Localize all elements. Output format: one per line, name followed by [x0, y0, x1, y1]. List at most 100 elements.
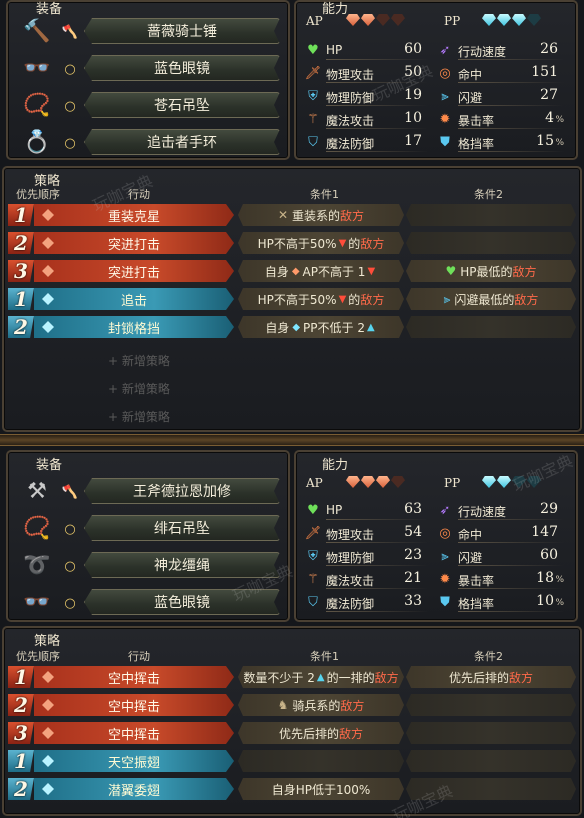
tactic-action-button[interactable]: 封锁格挡 [34, 316, 234, 338]
dodge-icon: ⫸ [441, 548, 449, 564]
equipment-name-button[interactable]: 蓝色眼镜 [84, 55, 280, 81]
tactics-box: 策略 优先顺序 行动 条件1 条件2 1 重装克星 ✕ 重装系的 敌方 2 突进打击 HP不高于50% ▼… [2, 166, 582, 432]
condition2-button[interactable]: ♥ HP最低的 敌方 [406, 260, 576, 282]
ap-gems [346, 14, 405, 26]
stat-row: ⛉ 魔法防御 17 [304, 132, 428, 152]
stat-value: 26 [540, 41, 558, 57]
equipment-slot[interactable]: 📿 ○ 苍石吊坠 [14, 90, 279, 120]
condition2-button[interactable] [406, 204, 576, 226]
equipment-name-button[interactable]: 苍石吊坠 [84, 92, 280, 118]
condition2-text: HP最低的 [460, 264, 513, 279]
stat-value: 50 [404, 64, 422, 80]
block-icon: ⛊ [440, 134, 450, 150]
tactic-action-button[interactable]: 天空振翅 [34, 750, 234, 772]
enemy-label: 敌方 [340, 208, 365, 223]
condition1-button[interactable]: 自身 ◆ AP不高于 1 ▼ [238, 260, 404, 282]
equipment-slot[interactable]: 👓 ○ 蓝色眼镜 [14, 53, 279, 83]
tactic-action-button[interactable]: 突进打击 [34, 260, 234, 282]
tactic-action-button[interactable]: 潜翼委翅 [34, 778, 234, 800]
ability-title: 能力 [322, 458, 349, 473]
tactic-action-button[interactable]: 空中挥击 [34, 694, 234, 716]
speed-icon: ➶ [439, 42, 451, 58]
triangle-down-icon: ▼ [338, 237, 347, 249]
condition1-button[interactable]: 数量不少于 2 ▲ 的一排的 敌方 [238, 666, 404, 688]
condition2-button[interactable] [406, 232, 576, 254]
equipment-name-button[interactable]: 追击者手环 [84, 129, 280, 155]
stat-row: ♥ HP 63 [304, 500, 428, 520]
gem-cost-icon [42, 783, 54, 795]
stat-value: 63 [404, 501, 422, 517]
condition2-button[interactable] [406, 778, 576, 800]
equipment-name-button[interactable]: 绯石吊坠 [84, 515, 280, 541]
stat-label: 魔法攻击 [326, 114, 375, 128]
condition1-button[interactable]: 自身HP低于100% [238, 778, 404, 800]
tactic-row[interactable]: 1 天空振翅 [8, 750, 578, 772]
condition1-button[interactable]: ✕ 重装系的 敌方 [238, 204, 404, 226]
condition2-button[interactable]: ⫸ 闪避最低的 敌方 [406, 288, 576, 310]
condition2-button[interactable] [406, 750, 576, 772]
tactic-row[interactable]: 3 空中挥击 优先后排的 敌方 [8, 722, 578, 744]
condition2-button[interactable]: 优先后排的 敌方 [406, 666, 576, 688]
condition2-button[interactable] [406, 722, 576, 744]
equipment-box: 装备 🔨 🪓 蔷薇骑士锤 👓 ○ 蓝色眼镜 📿 ○ 苍石吊坠 💍 ○ 追击者手环 [6, 0, 290, 160]
condition1-button[interactable]: 优先后排的 敌方 [238, 722, 404, 744]
wand-icon: ⚚ [307, 571, 319, 587]
tactic-row[interactable]: 2 封锁格挡 自身 ◆ PP不低于 2 ▲ [8, 316, 578, 338]
pp-label: PP [444, 476, 461, 490]
condition1-button[interactable]: ♞ 骑兵系的 敌方 [238, 694, 404, 716]
tactic-action-button[interactable]: 空中挥击 [34, 722, 234, 744]
tactic-action-button[interactable]: 追击 [34, 288, 234, 310]
tactic-row[interactable]: 1 追击 HP不高于50% ▼ 的敌方 ⫸ 闪避最低的 敌方 [8, 288, 578, 310]
equipment-slot[interactable]: 📿 ○ 绯石吊坠 [14, 513, 279, 543]
equipment-name-button[interactable]: 蓝色眼镜 [84, 589, 280, 615]
equipment-slot[interactable]: 👓 ○ 蓝色眼镜 [14, 587, 279, 617]
stat-value: 33 [404, 593, 422, 609]
condition1-button[interactable]: 自身 ◆ PP不低于 2 ▲ [238, 316, 404, 338]
priority-number: 2 [8, 778, 34, 800]
tactic-action-label: 重装克星 [107, 209, 160, 225]
condition1-button[interactable]: HP不高于50% ▼ 的敌方 [238, 232, 404, 254]
tactic-action-button[interactable]: 突进打击 [34, 232, 234, 254]
ap-gem-icon [376, 476, 390, 488]
tactic-row[interactable]: 1 重装克星 ✕ 重装系的 敌方 [8, 204, 578, 226]
tactic-row[interactable]: 2 潜翼委翅 自身HP低于100% [8, 778, 578, 800]
tactic-row[interactable]: 2 空中挥击 ♞ 骑兵系的 敌方 [8, 694, 578, 716]
priority-number: 1 [8, 204, 34, 226]
condition2-button[interactable] [406, 316, 576, 338]
condition1-text: HP不高于50% [257, 236, 337, 251]
stat-underline [458, 542, 564, 543]
tactics-box: 策略 优先顺序 行动 条件1 条件2 1 空中挥击 数量不少于 2 ▲ 的一排的 敌方 优先后排的 敌方… [2, 626, 582, 816]
tactic-action-label: 天空振翅 [107, 755, 160, 771]
tactic-action-label: 突进打击 [107, 265, 160, 281]
condition2-button[interactable] [406, 694, 576, 716]
equipment-slot[interactable]: ➰ ○ 神龙缰绳 [14, 550, 279, 580]
condition1-button[interactable]: HP不高于50% ▼ 的敌方 [238, 288, 404, 310]
stat-underline [458, 105, 564, 106]
dodge-icon: ⫸ [441, 88, 449, 104]
tactic-row[interactable]: 2 突进打击 HP不高于50% ▼ 的敌方 [8, 232, 578, 254]
equipment-name-button[interactable]: 神龙缰绳 [84, 552, 280, 578]
equipment-slot[interactable]: ⚒ 🪓 王斧德拉恩加修 [14, 476, 279, 506]
equipment-slot[interactable]: 🔨 🪓 蔷薇骑士锤 [14, 16, 279, 46]
condition1-button[interactable] [238, 750, 404, 772]
equipment-name-button[interactable]: 蔷薇骑士锤 [84, 18, 280, 44]
stat-row: ⛨ 物理防御 23 [304, 546, 428, 566]
equipment-name-button[interactable]: 王斧德拉恩加修 [84, 478, 280, 504]
stat-label: 闪避 [458, 551, 483, 565]
stat-row: ⫸ 闪避 27 [436, 86, 564, 106]
tactic-action-button[interactable]: 重装克星 [34, 204, 234, 226]
armor-icon: ⛨ [308, 548, 318, 564]
add-tactic-button[interactable]: + 新增策略 [108, 352, 170, 369]
ap-gem-icon: ◆ [291, 265, 300, 277]
ap-gem-icon [361, 476, 375, 488]
tactic-action-label: 空中挥击 [107, 671, 160, 687]
tactic-action-button[interactable]: 空中挥击 [34, 666, 234, 688]
tactic-row[interactable]: 1 空中挥击 数量不少于 2 ▲ 的一排的 敌方 优先后排的 敌方 [8, 666, 578, 688]
stat-underline [326, 565, 428, 566]
add-tactic-button[interactable]: + 新增策略 [108, 408, 170, 425]
pp-gem-icon [497, 14, 511, 26]
equipment-slot[interactable]: 💍 ○ 追击者手环 [14, 127, 279, 157]
add-tactic-button[interactable]: + 新增策略 [108, 380, 170, 397]
glasses-icon: 👓 [23, 589, 51, 615]
tactic-row[interactable]: 3 突进打击 自身 ◆ AP不高于 1 ▼ ♥ HP最低的 敌方 [8, 260, 578, 282]
